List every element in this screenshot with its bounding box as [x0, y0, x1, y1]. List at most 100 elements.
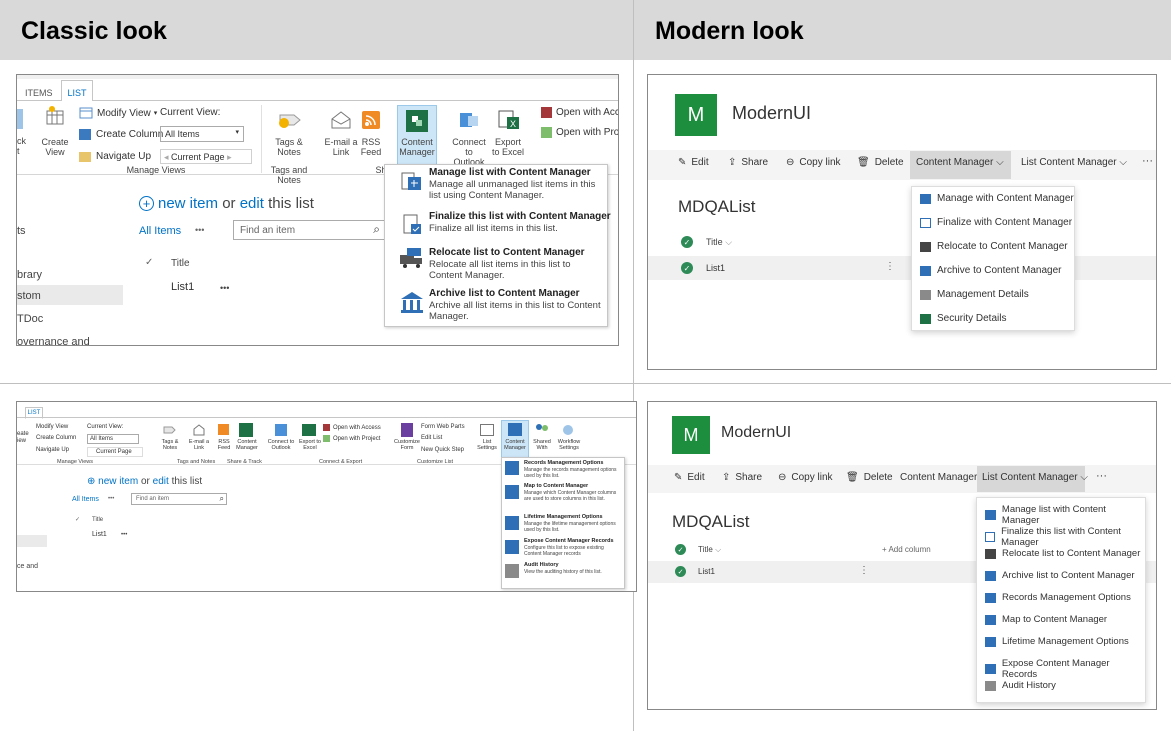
workflow-settings-button[interactable]: Workflow Settings — [555, 439, 583, 451]
menu-finalize-title[interactable]: Finalize this list with Content Manager — [429, 211, 611, 222]
connect-outlook-button[interactable]: Connect to Outlook — [267, 439, 295, 451]
shared-with-button[interactable]: Shared With — [530, 439, 554, 451]
menu-map-title[interactable]: Map to Content Manager — [524, 483, 588, 489]
export-excel-button[interactable]: Export to Excel — [297, 439, 323, 451]
title-column-header[interactable]: Title — [92, 517, 103, 523]
menu-archive-title[interactable]: Archive list to Content Manager — [429, 288, 580, 299]
menu-records-options[interactable]: Records Management Options — [985, 592, 1131, 603]
select-all-check-icon[interactable]: ✓ — [145, 257, 153, 268]
customize-form-button[interactable]: Customize Form — [393, 439, 421, 451]
view-more-button[interactable]: ••• — [108, 496, 114, 502]
list-row-title[interactable]: List1 — [171, 281, 194, 293]
open-project-button[interactable]: Open with Project — [323, 435, 380, 442]
find-item-input[interactable]: Find an item ⌕ — [233, 220, 385, 240]
menu-audit-title[interactable]: Audit History — [524, 562, 559, 568]
share-command[interactable]: ⇪ Share — [722, 472, 762, 483]
menu-security-details[interactable]: Security Details — [920, 313, 1006, 324]
menu-manage-with-cm[interactable]: Manage with Content Manager — [920, 193, 1074, 204]
edit-command[interactable]: ✎ Edit — [678, 157, 709, 168]
add-column-button[interactable]: + Add column — [882, 545, 931, 554]
row-title[interactable]: List1 — [706, 263, 725, 273]
all-items-view[interactable]: All Items — [139, 225, 181, 237]
search-icon[interactable]: ⌕ — [220, 494, 224, 504]
all-items-view[interactable]: All Items — [72, 496, 99, 503]
nav-item-4[interactable]: TDoc — [17, 313, 43, 325]
menu-lifetime-title[interactable]: Lifetime Management Options — [524, 514, 603, 520]
title-column-header[interactable]: Title — [171, 258, 190, 269]
title-column-header[interactable]: Title ⌵ — [706, 237, 732, 248]
export-excel-button[interactable]: Export to Excel — [491, 137, 525, 157]
edit-command[interactable]: ✎ Edit — [674, 472, 705, 483]
tab-list[interactable]: LIST — [61, 80, 93, 102]
copy-link-command[interactable]: ⊖ Copy link — [778, 472, 833, 483]
row-check-icon[interactable]: ✓ — [681, 262, 693, 274]
delete-command[interactable]: 🗑 Delete — [846, 472, 893, 483]
menu-archive-list[interactable]: Archive list to Content Manager — [985, 570, 1135, 581]
copy-link-command[interactable]: ⊖ Copy link — [786, 157, 841, 168]
row-more-button[interactable]: ••• — [220, 283, 229, 293]
nav-item-2[interactable]: brary — [17, 269, 42, 281]
nav-item-1[interactable]: ts — [17, 225, 26, 237]
share-command[interactable]: ⇪ Share — [728, 157, 768, 168]
site-title[interactable]: ModernUI — [721, 424, 791, 442]
menu-manage-list[interactable]: Manage list with Content Manager — [985, 504, 1145, 526]
content-manager-command[interactable]: Content Manager ⌵ — [900, 472, 988, 483]
navigate-up-button[interactable]: Navigate Up — [79, 151, 151, 162]
email-link-button[interactable]: E-mail a Link — [321, 137, 361, 157]
list-content-manager-command[interactable]: List Content Manager ⌵ — [982, 472, 1088, 483]
create-view-fragment[interactable]: eate — [17, 431, 29, 437]
tags-notes-button[interactable]: Tags & Notes — [156, 439, 184, 451]
select-all-check-icon[interactable]: ✓ — [75, 516, 80, 523]
nav-item-3[interactable]: stom — [17, 290, 41, 302]
row-title[interactable]: List1 — [698, 567, 715, 576]
nav-item-5[interactable]: overnance and — [17, 336, 90, 345]
tab-items[interactable]: ITEMS — [25, 88, 53, 98]
more-commands[interactable]: ··· — [1142, 155, 1153, 167]
nav-item[interactable]: ce and — [17, 563, 38, 570]
list-content-manager-command[interactable]: List Content Manager ⌵ — [1021, 157, 1127, 168]
menu-finalize-list[interactable]: Finalize this list with Content Manager — [985, 526, 1145, 548]
current-view-select[interactable]: All Items ▾ — [160, 126, 244, 142]
list-row-title[interactable]: List1 — [92, 531, 107, 538]
add-circle-icon[interactable]: + — [139, 196, 154, 211]
create-column-button[interactable]: Create Column — [79, 129, 163, 140]
email-link-button[interactable]: E-mail a Link — [187, 439, 211, 451]
select-all-check-icon[interactable]: ✓ — [675, 544, 686, 555]
menu-map[interactable]: Map to Content Manager — [985, 614, 1107, 625]
connect-outlook-button[interactable]: Connect to Outlook — [449, 137, 489, 167]
open-access-button[interactable]: Open with Acce — [541, 107, 618, 118]
add-circle-icon[interactable]: ⊕ — [87, 476, 98, 487]
view-more-button[interactable]: ••• — [195, 225, 204, 235]
site-logo[interactable]: M — [672, 416, 710, 454]
find-item-input[interactable]: Find an item ⌕ — [131, 493, 227, 505]
menu-relocate-title[interactable]: Relocate list to Content Manager — [429, 247, 585, 258]
open-project-button[interactable]: Open with Proj — [541, 127, 618, 138]
current-page-pager[interactable]: ◂ Current Page ▸ — [160, 149, 252, 164]
modify-view-button[interactable]: Modify View ▾ — [79, 107, 157, 119]
modify-view-button[interactable]: Modify View — [36, 424, 68, 430]
menu-expose-title[interactable]: Expose Content Manager Records — [524, 538, 614, 544]
edit-link[interactable]: edit — [153, 476, 169, 487]
new-item-link[interactable]: new item — [98, 476, 138, 487]
create-view-button[interactable]: Create View — [35, 137, 75, 157]
rss-feed-button[interactable]: RSS Feed — [357, 137, 385, 157]
current-page-pager[interactable]: Current Page — [87, 447, 143, 457]
edit-link[interactable]: edit — [240, 195, 264, 212]
content-manager-command[interactable]: Content Manager ⌵ — [916, 157, 1004, 168]
current-view-select[interactable]: All Items — [87, 434, 139, 444]
tab-list[interactable]: LIST — [25, 407, 43, 419]
menu-relocate-list[interactable]: Relocate list to Content Manager — [985, 548, 1140, 559]
content-manager-button[interactable]: Content Manager — [233, 439, 261, 451]
menu-records-title[interactable]: Records Management Options — [524, 460, 603, 466]
menu-lifetime-options[interactable]: Lifetime Management Options — [985, 636, 1129, 647]
tags-notes-button[interactable]: Tags & Notes — [267, 137, 311, 157]
menu-manage-title[interactable]: Manage list with Content Manager — [429, 167, 591, 178]
create-column-button[interactable]: Create Column — [36, 435, 76, 441]
rss-feed-button[interactable]: RSS Feed — [214, 439, 234, 451]
title-column-header[interactable]: Title ⌵ — [698, 545, 721, 555]
new-quick-step-button[interactable]: New Quick Step — [421, 447, 464, 453]
delete-command[interactable]: 🗑 Delete — [857, 157, 904, 168]
site-title[interactable]: ModernUI — [732, 103, 811, 124]
more-commands[interactable]: ··· — [1096, 470, 1107, 482]
form-web-parts-button[interactable]: Form Web Parts — [421, 424, 465, 430]
